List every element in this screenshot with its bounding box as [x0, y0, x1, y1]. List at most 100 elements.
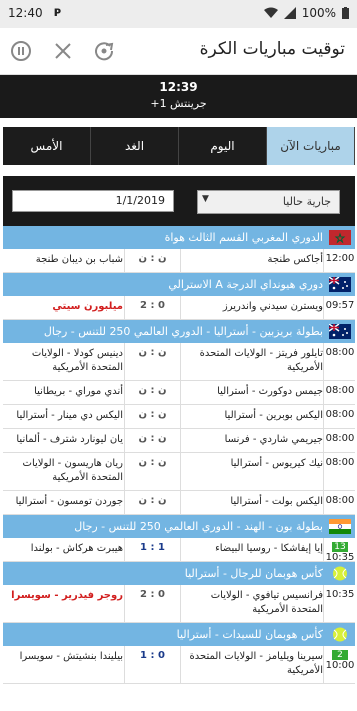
column-divider — [323, 453, 324, 490]
match-score: ن : ن — [138, 495, 167, 506]
league-name: بطولة بريزبين - أستراليا - الدوري العالم… — [43, 325, 323, 338]
tab-live-matches[interactable]: مباريات الآن — [267, 127, 355, 165]
match-row[interactable]: 08:00 اليكس بوبرين - أستراليا ن : ن اليكس د… — [3, 405, 355, 429]
column-divider — [323, 646, 324, 683]
match-time-value: 08:00 — [325, 347, 355, 358]
match-time-value: 08:00 — [325, 495, 355, 506]
period-badge: 13 — [332, 542, 348, 552]
column-divider — [124, 491, 125, 514]
match-time: 08:00 — [325, 491, 355, 506]
home-team: جيمس دوكورث - أستراليا — [217, 386, 323, 397]
column-divider — [180, 381, 181, 404]
match-time: 12:00 — [325, 249, 355, 264]
column-divider — [323, 538, 324, 561]
home-team: اليكس بوبرين - أستراليا — [224, 410, 324, 421]
match-score: ن : ن — [138, 457, 167, 468]
match-row[interactable]: 08:00 جيمس دوكورث - أستراليا ن : ن أندي مور… — [3, 381, 355, 405]
match-score: ن : ن — [138, 433, 167, 444]
column-divider — [124, 646, 125, 683]
date-input[interactable]: 1/1/2019 — [12, 190, 174, 212]
column-divider — [124, 249, 125, 272]
status-time: 12:40 — [8, 6, 43, 20]
column-divider — [180, 343, 181, 380]
column-divider — [180, 646, 181, 683]
home-team: إيا إيفاشكا - روسيا البيضاء — [215, 543, 323, 554]
status-select[interactable]: ▼ جارية حاليا — [197, 190, 340, 214]
column-divider — [124, 429, 125, 452]
signal-icon — [283, 7, 296, 19]
refresh-icon[interactable] — [93, 40, 115, 62]
close-icon[interactable] — [52, 40, 74, 62]
away-team: جوردن تومسون - أستراليا — [15, 496, 123, 507]
match-time: 13 10:35 — [325, 538, 355, 563]
match-time-value: 10:00 — [325, 660, 355, 671]
tab-tomorrow[interactable]: الغد — [91, 127, 179, 165]
info-icon[interactable] — [10, 40, 32, 62]
status-right: 100% — [263, 6, 349, 20]
morocco-flag-icon — [329, 230, 351, 245]
match-time-value: 09:57 — [325, 300, 355, 311]
match-row[interactable]: 12:00 أجاكس طنجة ن : ن شباب بن ديبان طنجة — [3, 249, 355, 273]
match-row[interactable]: 08:00 تايلور فريتز - الولايات المتحدة الأ… — [3, 343, 355, 381]
away-team: ريان هاريسون - الولايات المتحدة الأمريكي… — [22, 458, 123, 483]
league-header[interactable]: دوري هيونداي الدرجة A الاسترالي — [3, 273, 355, 296]
away-team: روجر فيدرير - سويسرا — [11, 590, 123, 601]
home-team: أجاكس طنجة — [267, 254, 324, 265]
tab-today[interactable]: اليوم — [179, 127, 267, 165]
match-time-value: 08:00 — [325, 409, 355, 420]
match-time: 08:00 — [325, 429, 355, 444]
match-time: 09:57 — [325, 296, 355, 311]
match-score: 2 : 0 — [140, 589, 165, 600]
away-team: بيليندا بنشيتش - سويسرا — [19, 651, 123, 662]
league-header[interactable]: بطولة بون - الهند - الدوري العالمي 250 ل… — [3, 515, 355, 538]
tennis-ball-icon — [333, 627, 347, 642]
match-time-value: 10:35 — [325, 589, 355, 600]
match-score: ن : ن — [138, 347, 167, 358]
match-row[interactable]: 10:35 فرانسيس تيافوي - الولايات المتحدة ا… — [3, 585, 355, 623]
home-team: ويسترن سيدني واندريرز — [222, 301, 323, 312]
match-row[interactable]: 09:57 ويسترن سيدني واندريرز 2 : 0 ميلبورن س… — [3, 296, 355, 320]
match-row[interactable]: 08:00 اليكس بولت - أستراليا ن : ن جوردن توم… — [3, 491, 355, 515]
match-row[interactable]: 08:00 نيك كيريوس - أستراليا ن : ن ريان هاري… — [3, 453, 355, 491]
match-score: 1 : 1 — [140, 542, 165, 553]
league-name: بطولة بون - الهند - الدوري العالمي 250 ل… — [74, 520, 323, 533]
day-tabs: مباريات الآن اليوم الغد الأمس — [3, 127, 355, 165]
battery-icon — [342, 7, 349, 19]
column-divider — [124, 343, 125, 380]
column-divider — [323, 343, 324, 380]
league-header[interactable]: الدوري المغربي القسم الثالث هواة — [3, 226, 355, 249]
match-time: 08:00 — [325, 343, 355, 358]
column-divider — [180, 538, 181, 561]
league-name: كأس هوبمان للسيدات - أستراليا — [176, 628, 323, 641]
away-team: دينيس كودلا - الولايات المتحدة الأمريكية — [31, 348, 123, 373]
tab-yesterday[interactable]: الأمس — [3, 127, 91, 165]
league-header[interactable]: كأس هوبمان للسيدات - أستراليا — [3, 623, 355, 646]
timezone-label: جرينتش 1+ — [150, 97, 207, 110]
league-header[interactable]: كأس هوبمان للرجال - أستراليا — [3, 562, 355, 585]
home-team: جيريمي شاردي - فرنسا — [224, 434, 323, 445]
status-select-value: جارية حاليا — [282, 195, 331, 208]
match-row[interactable]: 2 10:00 سيرينا ويليامز - الولايات المتحدة … — [3, 646, 355, 684]
match-row[interactable]: 13 10:35 إيا إيفاشكا - روسيا البيضاء 1 : 1 ه… — [3, 538, 355, 563]
australia-flag-icon — [329, 324, 351, 339]
match-time: 10:35 — [325, 585, 355, 600]
period-badge: 2 — [332, 650, 348, 660]
match-score: ن : ن — [138, 385, 167, 396]
dropdown-arrow-icon: ▼ — [202, 194, 209, 204]
column-divider — [124, 381, 125, 404]
column-divider — [180, 296, 181, 319]
column-divider — [180, 405, 181, 428]
column-divider — [180, 249, 181, 272]
match-score: 2 : 0 — [140, 300, 165, 311]
battery-percent: 100% — [301, 6, 336, 20]
league-header[interactable]: بطولة بريزبين - أستراليا - الدوري العالم… — [3, 320, 355, 343]
league-name: الدوري المغربي القسم الثالث هواة — [164, 231, 323, 244]
app-bar: توقيت مباريات الكرة — [0, 28, 357, 75]
column-divider — [180, 453, 181, 490]
match-score: ن : ن — [138, 253, 167, 264]
india-flag-icon — [329, 519, 351, 534]
current-clock: 12:39 — [159, 80, 198, 94]
away-team: ميلبورن سيتي — [52, 301, 123, 312]
match-row[interactable]: 08:00 جيريمي شاردي - فرنسا ن : ن يان ليونار… — [3, 429, 355, 453]
match-list: الدوري المغربي القسم الثالث هواة 12:00 أجا… — [3, 226, 355, 684]
